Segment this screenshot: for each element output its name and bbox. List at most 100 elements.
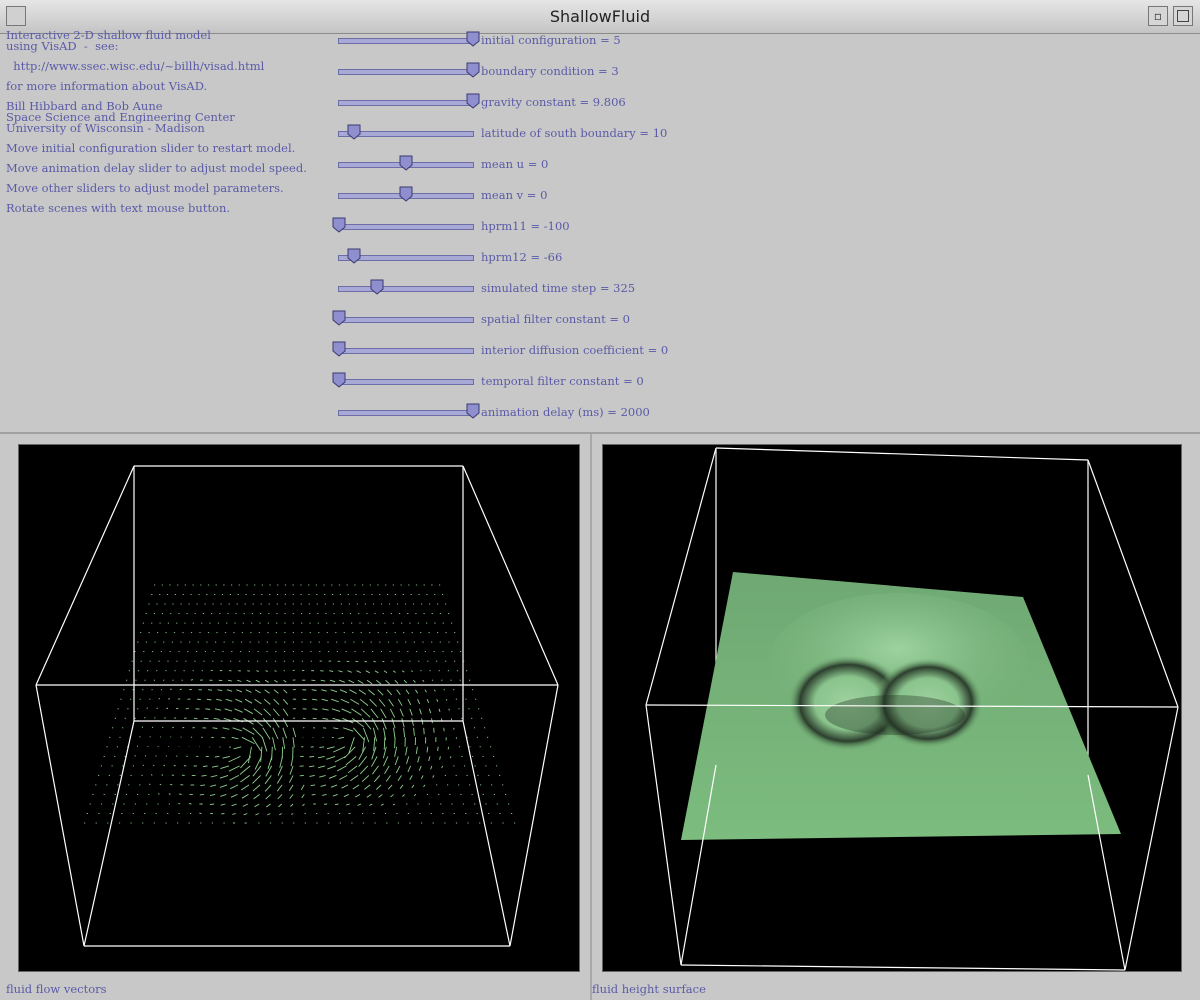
flow-vector <box>319 774 326 778</box>
flow-vector <box>329 670 334 672</box>
flow-vector <box>319 746 325 749</box>
flow-vector <box>300 784 305 791</box>
flow-vector <box>392 670 396 673</box>
flow-vector <box>236 689 243 693</box>
slider-row[interactable]: hprm11 = -100 <box>332 217 758 241</box>
flow-vector <box>376 679 382 685</box>
flow-vector <box>264 784 272 792</box>
slider-row[interactable]: animation delay (ms) = 2000 <box>338 403 758 427</box>
flow-vector <box>372 765 379 775</box>
box-edge <box>645 704 682 966</box>
flow-vector <box>393 727 396 739</box>
flow-vector <box>212 727 218 729</box>
flow-vector <box>164 717 166 719</box>
flow-vector <box>426 699 430 703</box>
flow-vector <box>242 727 255 735</box>
slider-row[interactable]: spatial filter constant = 0 <box>332 310 758 334</box>
flow-vectors-canvas[interactable] <box>19 445 579 971</box>
info-line: Rotate scenes with text mouse button. <box>6 201 231 215</box>
slider-label: mean v = 0 <box>481 188 548 202</box>
slider-thumb[interactable] <box>466 62 480 78</box>
flow-vector <box>391 718 396 729</box>
flow-vector <box>263 698 271 705</box>
slider-thumb[interactable] <box>370 279 384 295</box>
slider-row[interactable]: hprm12 = -66 <box>338 248 758 272</box>
box-edge <box>35 465 135 686</box>
slider-row[interactable]: simulated time step = 325 <box>338 279 758 303</box>
slider-track[interactable] <box>338 410 474 416</box>
flow-vector <box>366 679 373 685</box>
slider-thumb[interactable] <box>332 310 346 326</box>
flow-vector <box>312 708 318 710</box>
flow-vector <box>328 774 337 779</box>
slider-track[interactable] <box>338 317 474 323</box>
flow-vector <box>161 774 164 776</box>
slider-track[interactable] <box>338 38 474 44</box>
minimize-icon[interactable]: ▫ <box>1148 6 1168 26</box>
slider-thumb[interactable] <box>347 124 361 140</box>
height-surface-canvas[interactable] <box>603 445 1181 971</box>
flow-vector <box>156 707 159 710</box>
height-surface-view[interactable] <box>602 444 1182 972</box>
slider-thumb[interactable] <box>466 31 480 47</box>
flow-vector <box>403 727 406 738</box>
flow-vector <box>273 698 280 705</box>
flow-vector <box>401 670 405 673</box>
slider-row[interactable]: latitude of south boundary = 10 <box>338 124 758 148</box>
flow-vector <box>273 689 279 694</box>
flow-vector <box>383 737 386 750</box>
slider-thumb[interactable] <box>466 403 480 419</box>
flow-vector <box>344 746 356 759</box>
slider-row[interactable]: boundary condition = 3 <box>338 62 758 86</box>
slider-track[interactable] <box>338 69 474 75</box>
flow-vectors-view[interactable] <box>18 444 580 972</box>
flow-vector <box>308 765 315 768</box>
slider-thumb[interactable] <box>332 341 346 357</box>
flow-vector <box>339 775 348 780</box>
flow-vector <box>311 793 316 796</box>
slider-track[interactable] <box>338 286 474 292</box>
flow-vector <box>312 698 318 701</box>
flow-vector <box>321 698 329 702</box>
flow-vector <box>309 755 315 758</box>
slider-track[interactable] <box>338 379 474 385</box>
flow-vector <box>207 689 213 691</box>
flow-vector <box>289 765 294 775</box>
flow-vector <box>418 765 422 771</box>
slider-thumb[interactable] <box>347 248 361 264</box>
flow-vector <box>405 746 408 756</box>
slider-thumb[interactable] <box>332 372 346 388</box>
slider-row[interactable]: mean u = 0 <box>338 155 758 179</box>
flow-vector <box>423 727 425 735</box>
slider-track[interactable] <box>338 348 474 354</box>
box-edge <box>1124 706 1179 971</box>
flow-vector <box>153 764 155 767</box>
slider-row[interactable]: gravity constant = 9.806 <box>338 93 758 117</box>
flow-vector <box>292 737 295 748</box>
flow-vector-field <box>84 584 516 824</box>
flow-vector <box>217 689 223 692</box>
flow-vector <box>219 774 229 779</box>
flow-vector <box>253 794 260 800</box>
flow-vector <box>350 775 359 782</box>
slider-row[interactable]: interior diffusion coefficient = 0 <box>332 341 758 365</box>
slider-thumb[interactable] <box>399 155 413 171</box>
slider-thumb[interactable] <box>466 93 480 109</box>
flow-vector <box>385 679 390 685</box>
slider-row[interactable]: initial configuration = 5 <box>338 31 758 55</box>
flow-vector <box>394 756 399 766</box>
flow-vector <box>273 708 280 717</box>
slider-row[interactable]: mean v = 0 <box>338 186 758 210</box>
flow-vector <box>361 775 370 782</box>
left-bounding-box <box>35 465 559 947</box>
slider-track[interactable] <box>338 224 474 230</box>
slider-track[interactable] <box>338 100 474 106</box>
slider-thumb[interactable] <box>332 217 346 233</box>
flow-vector <box>209 793 216 797</box>
slider-row[interactable]: temporal filter constant = 0 <box>332 372 758 396</box>
slider-thumb[interactable] <box>399 186 413 202</box>
flow-vector <box>165 755 168 757</box>
maximize-icon[interactable] <box>1173 6 1193 26</box>
flow-vector <box>394 679 399 684</box>
flow-vector <box>178 802 181 805</box>
